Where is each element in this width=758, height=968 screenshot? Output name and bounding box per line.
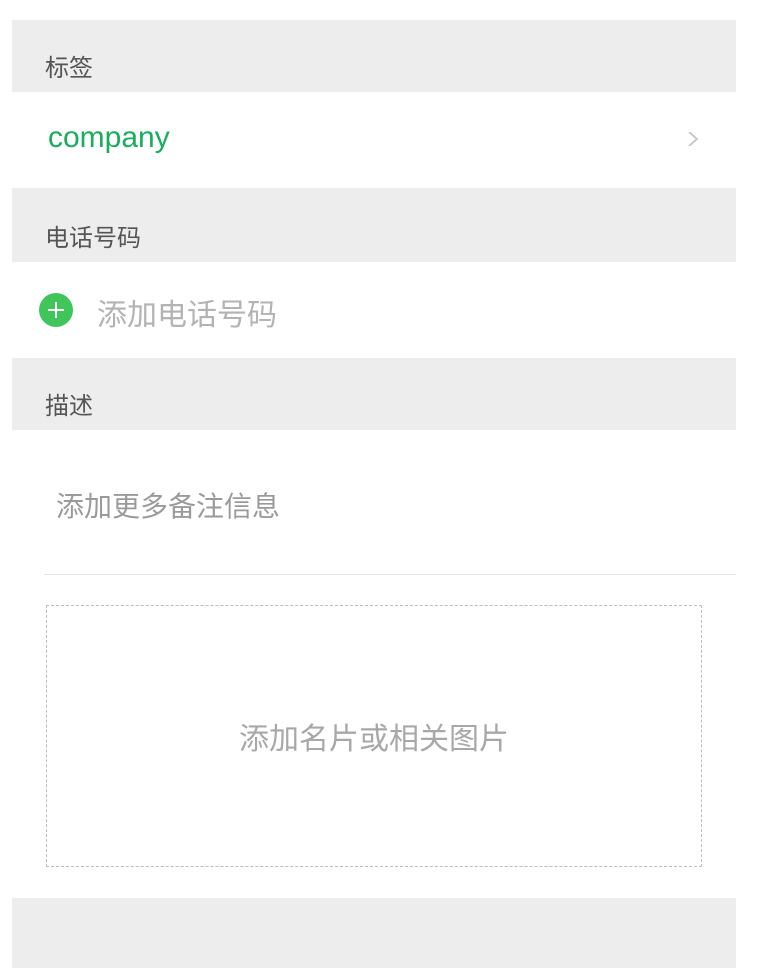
- description-input[interactable]: 添加更多备注信息: [12, 430, 736, 575]
- add-phone-row[interactable]: 添加电话号码: [12, 262, 736, 358]
- phone-section-title: 电话号码: [45, 224, 141, 252]
- tag-section-header: 标签: [12, 20, 736, 92]
- description-section-header: 描述: [12, 358, 736, 430]
- tag-value: company: [48, 121, 170, 154]
- chevron-right-icon: [688, 132, 699, 146]
- add-phone-label: 添加电话号码: [97, 298, 277, 333]
- image-area: 添加名片或相关图片: [12, 575, 736, 898]
- tag-row[interactable]: company: [12, 92, 736, 188]
- edit-contact-screen: 标签 company 电话号码 添加电话号码 描述 添加更多备注信息 添加名片或…: [0, 0, 758, 968]
- bottom-spacer: [12, 898, 736, 968]
- form-panel: 标签 company 电话号码 添加电话号码 描述 添加更多备注信息 添加名片或…: [12, 0, 736, 968]
- add-image-label: 添加名片或相关图片: [239, 722, 509, 757]
- description-section-title: 描述: [45, 392, 93, 420]
- description-placeholder: 添加更多备注信息: [56, 490, 281, 523]
- add-circle-icon[interactable]: [39, 293, 73, 327]
- add-image-box[interactable]: 添加名片或相关图片: [46, 605, 702, 867]
- tag-section-title: 标签: [45, 54, 93, 82]
- phone-section-header: 电话号码: [12, 188, 736, 262]
- top-strip: [12, 0, 736, 20]
